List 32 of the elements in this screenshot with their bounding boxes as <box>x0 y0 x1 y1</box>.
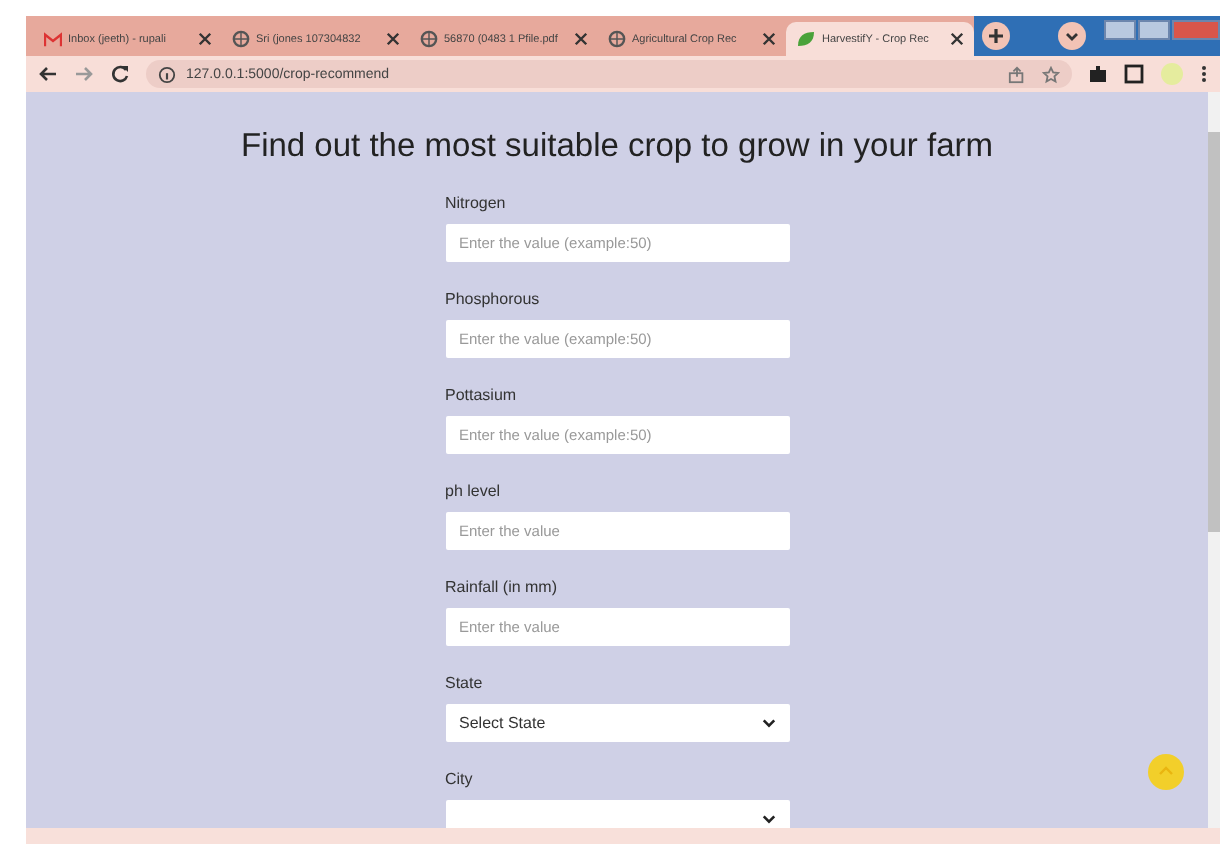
close-icon[interactable] <box>574 32 588 46</box>
share-icon[interactable] <box>1008 65 1026 83</box>
puzzle-icon[interactable] <box>1088 64 1108 84</box>
dropdown[interactable]: Select State <box>445 704 789 742</box>
globe-icon <box>232 30 250 48</box>
field-label: Rainfall (in mm) <box>445 578 560 596</box>
globe-icon <box>420 30 438 48</box>
sidebar-icon[interactable] <box>1124 64 1144 84</box>
new-tab-icon[interactable] <box>982 22 1010 50</box>
field-label: Phosphorous <box>445 290 542 308</box>
info-icon[interactable] <box>158 65 176 83</box>
field-label: State <box>445 674 485 692</box>
close-icon[interactable] <box>386 32 400 46</box>
globe-icon <box>608 30 626 48</box>
star-icon[interactable] <box>1042 65 1060 83</box>
close-icon[interactable] <box>950 32 964 46</box>
tab-search-icon[interactable] <box>1058 22 1086 50</box>
page-heading: Find out the most suitable crop to grow in your farm <box>240 128 993 166</box>
chevron-down-icon <box>761 718 775 728</box>
field-label: ph level <box>445 482 503 500</box>
chevron-down-icon <box>761 814 775 824</box>
field-label: Pottasium <box>445 386 519 404</box>
scrollbar[interactable] <box>1208 92 1220 828</box>
close-icon[interactable] <box>762 32 776 46</box>
back-icon[interactable] <box>38 64 58 84</box>
reload-icon[interactable] <box>110 64 130 84</box>
field-label: Nitrogen <box>445 194 508 212</box>
mail-icon <box>44 31 62 47</box>
menu-icon[interactable] <box>1200 64 1208 84</box>
leaf-icon <box>796 30 816 48</box>
close-icon[interactable] <box>198 32 212 46</box>
field-label: City <box>445 770 475 788</box>
